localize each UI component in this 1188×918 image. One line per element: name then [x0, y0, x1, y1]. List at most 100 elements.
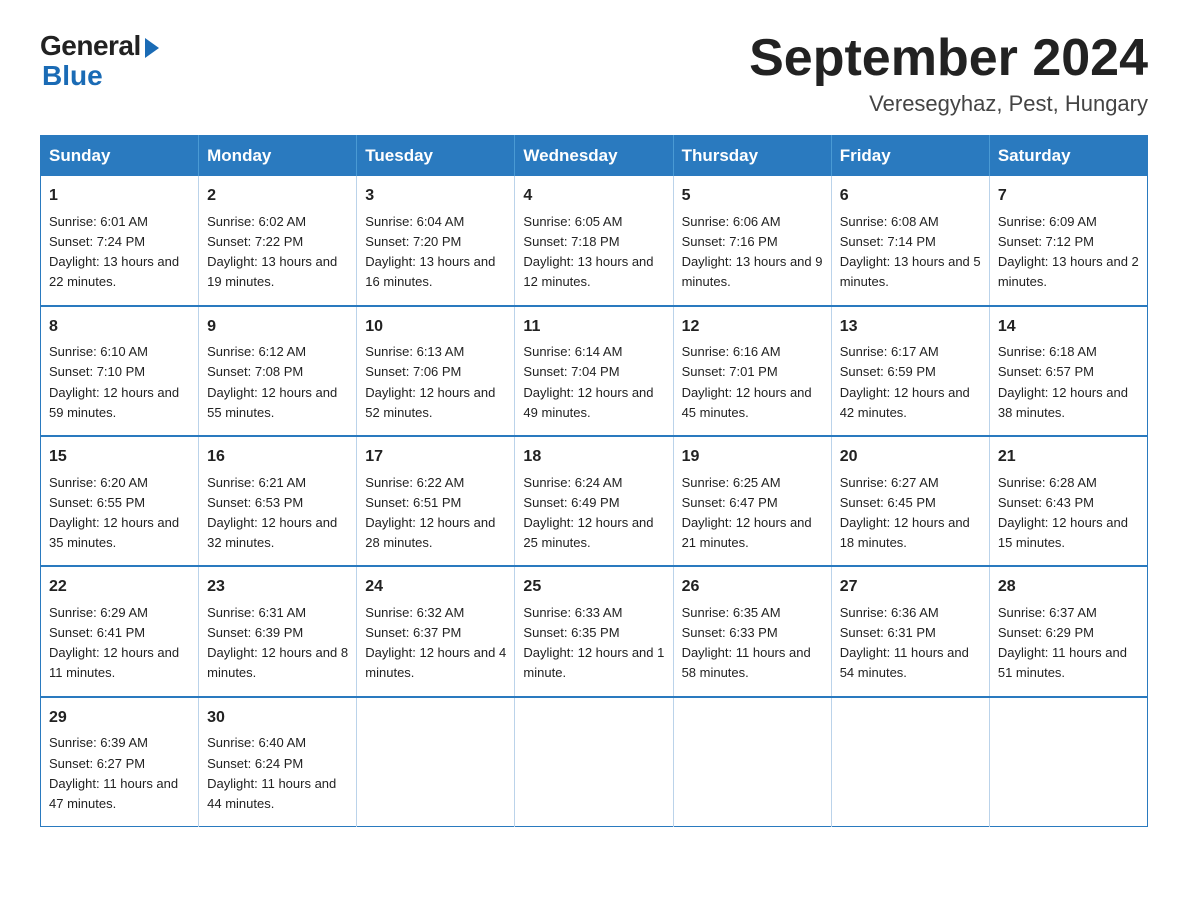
day-number: 12	[682, 315, 823, 340]
day-info: Sunrise: 6:35 AMSunset: 6:33 PMDaylight:…	[682, 603, 823, 684]
day-number: 9	[207, 315, 348, 340]
calendar-cell	[673, 697, 831, 827]
calendar-cell: 27Sunrise: 6:36 AMSunset: 6:31 PMDayligh…	[831, 566, 989, 696]
weekday-header-thursday: Thursday	[673, 136, 831, 177]
weekday-header-saturday: Saturday	[989, 136, 1147, 177]
calendar-cell	[515, 697, 673, 827]
calendar-cell: 26 Sunrise: 6:35 AMSunset: 6:33 PMDayligh…	[673, 566, 831, 696]
day-number: 17	[365, 445, 506, 470]
day-info: Sunrise: 6:10 AMSunset: 7:10 PMDaylight:…	[49, 342, 190, 423]
day-info: Sunrise: 6:24 AMSunset: 6:49 PMDaylight:…	[523, 473, 664, 554]
calendar-cell: 8Sunrise: 6:10 AMSunset: 7:10 PMDaylight…	[41, 306, 199, 436]
weekday-header-sunday: Sunday	[41, 136, 199, 177]
calendar-cell	[989, 697, 1147, 827]
calendar-cell: 14Sunrise: 6:18 AMSunset: 6:57 PMDayligh…	[989, 306, 1147, 436]
calendar-cell: 10Sunrise: 6:13 AMSunset: 7:06 PMDayligh…	[357, 306, 515, 436]
day-info: Sunrise: 6:37 AMSunset: 6:29 PMDaylight:…	[998, 603, 1139, 684]
day-info: Sunrise: 6:25 AMSunset: 6:47 PMDaylight:…	[682, 473, 823, 554]
calendar-cell: 23 Sunrise: 6:31 AMSunset: 6:39 PMDayligh…	[199, 566, 357, 696]
calendar-cell: 15 Sunrise: 6:20 AMSunset: 6:55 PMDayligh…	[41, 436, 199, 566]
day-number: 4	[523, 184, 664, 209]
weekday-header-tuesday: Tuesday	[357, 136, 515, 177]
calendar-cell: 28 Sunrise: 6:37 AMSunset: 6:29 PMDayligh…	[989, 566, 1147, 696]
calendar-cell: 16 Sunrise: 6:21 AMSunset: 6:53 PMDayligh…	[199, 436, 357, 566]
day-number: 2	[207, 184, 348, 209]
day-info: Sunrise: 6:04 AMSunset: 7:20 PMDaylight:…	[365, 212, 506, 293]
day-number: 24	[365, 575, 506, 600]
location-text: Veresegyhaz, Pest, Hungary	[749, 91, 1148, 117]
day-number: 22	[49, 575, 190, 600]
day-number: 28	[998, 575, 1139, 600]
calendar-week-3: 15 Sunrise: 6:20 AMSunset: 6:55 PMDayligh…	[41, 436, 1148, 566]
day-info: Sunrise: 6:17 AMSunset: 6:59 PMDaylight:…	[840, 342, 981, 423]
day-info: Sunrise: 6:28 AMSunset: 6:43 PMDaylight:…	[998, 473, 1139, 554]
logo-general-text: General	[40, 30, 141, 62]
day-info: Sunrise: 6:39 AMSunset: 6:27 PMDaylight:…	[49, 733, 190, 814]
day-number: 18	[523, 445, 664, 470]
calendar-cell: 12Sunrise: 6:16 AMSunset: 7:01 PMDayligh…	[673, 306, 831, 436]
day-info: Sunrise: 6:21 AMSunset: 6:53 PMDaylight:…	[207, 473, 348, 554]
day-number: 14	[998, 315, 1139, 340]
calendar-cell: 7 Sunrise: 6:09 AMSunset: 7:12 PMDaylight…	[989, 176, 1147, 305]
calendar-cell: 11Sunrise: 6:14 AMSunset: 7:04 PMDayligh…	[515, 306, 673, 436]
day-info: Sunrise: 6:20 AMSunset: 6:55 PMDaylight:…	[49, 473, 190, 554]
weekday-header-wednesday: Wednesday	[515, 136, 673, 177]
day-number: 8	[49, 315, 190, 340]
weekday-header-monday: Monday	[199, 136, 357, 177]
calendar-week-4: 22Sunrise: 6:29 AMSunset: 6:41 PMDayligh…	[41, 566, 1148, 696]
day-info: Sunrise: 6:40 AMSunset: 6:24 PMDaylight:…	[207, 733, 348, 814]
day-info: Sunrise: 6:16 AMSunset: 7:01 PMDaylight:…	[682, 342, 823, 423]
calendar-cell: 17 Sunrise: 6:22 AMSunset: 6:51 PMDayligh…	[357, 436, 515, 566]
calendar-cell: 18 Sunrise: 6:24 AMSunset: 6:49 PMDayligh…	[515, 436, 673, 566]
day-info: Sunrise: 6:09 AMSunset: 7:12 PMDaylight:…	[998, 212, 1139, 293]
title-block: September 2024 Veresegyhaz, Pest, Hungar…	[749, 30, 1148, 117]
day-number: 21	[998, 445, 1139, 470]
day-info: Sunrise: 6:01 AMSunset: 7:24 PMDaylight:…	[49, 212, 190, 293]
month-title: September 2024	[749, 30, 1148, 87]
calendar-cell: 25 Sunrise: 6:33 AMSunset: 6:35 PMDayligh…	[515, 566, 673, 696]
day-info: Sunrise: 6:22 AMSunset: 6:51 PMDaylight:…	[365, 473, 506, 554]
day-number: 7	[998, 184, 1139, 209]
day-info: Sunrise: 6:02 AMSunset: 7:22 PMDaylight:…	[207, 212, 348, 293]
weekday-header-friday: Friday	[831, 136, 989, 177]
day-info: Sunrise: 6:14 AMSunset: 7:04 PMDaylight:…	[523, 342, 664, 423]
calendar-cell: 21 Sunrise: 6:28 AMSunset: 6:43 PMDayligh…	[989, 436, 1147, 566]
calendar-cell: 4Sunrise: 6:05 AMSunset: 7:18 PMDaylight…	[515, 176, 673, 305]
page-header: General Blue September 2024 Veresegyhaz,…	[40, 30, 1148, 117]
calendar-cell: 3 Sunrise: 6:04 AMSunset: 7:20 PMDaylight…	[357, 176, 515, 305]
calendar-cell	[357, 697, 515, 827]
day-number: 26	[682, 575, 823, 600]
day-number: 25	[523, 575, 664, 600]
calendar-cell: 19 Sunrise: 6:25 AMSunset: 6:47 PMDayligh…	[673, 436, 831, 566]
calendar-cell: 9Sunrise: 6:12 AMSunset: 7:08 PMDaylight…	[199, 306, 357, 436]
day-info: Sunrise: 6:18 AMSunset: 6:57 PMDaylight:…	[998, 342, 1139, 423]
day-number: 5	[682, 184, 823, 209]
calendar-cell: 1Sunrise: 6:01 AMSunset: 7:24 PMDaylight…	[41, 176, 199, 305]
logo: General Blue	[40, 30, 159, 92]
day-number: 23	[207, 575, 348, 600]
calendar-table: SundayMondayTuesdayWednesdayThursdayFrid…	[40, 135, 1148, 827]
day-info: Sunrise: 6:31 AMSunset: 6:39 PMDaylight:…	[207, 603, 348, 684]
calendar-cell: 20 Sunrise: 6:27 AMSunset: 6:45 PMDayligh…	[831, 436, 989, 566]
day-number: 30	[207, 706, 348, 731]
calendar-cell: 13Sunrise: 6:17 AMSunset: 6:59 PMDayligh…	[831, 306, 989, 436]
calendar-cell: 22Sunrise: 6:29 AMSunset: 6:41 PMDayligh…	[41, 566, 199, 696]
calendar-cell	[831, 697, 989, 827]
day-info: Sunrise: 6:13 AMSunset: 7:06 PMDaylight:…	[365, 342, 506, 423]
day-info: Sunrise: 6:32 AMSunset: 6:37 PMDaylight:…	[365, 603, 506, 684]
day-number: 19	[682, 445, 823, 470]
calendar-cell: 5 Sunrise: 6:06 AMSunset: 7:16 PMDaylight…	[673, 176, 831, 305]
day-number: 29	[49, 706, 190, 731]
day-number: 16	[207, 445, 348, 470]
day-number: 20	[840, 445, 981, 470]
calendar-cell: 2 Sunrise: 6:02 AMSunset: 7:22 PMDaylight…	[199, 176, 357, 305]
day-info: Sunrise: 6:33 AMSunset: 6:35 PMDaylight:…	[523, 603, 664, 684]
day-info: Sunrise: 6:27 AMSunset: 6:45 PMDaylight:…	[840, 473, 981, 554]
calendar-header-row: SundayMondayTuesdayWednesdayThursdayFrid…	[41, 136, 1148, 177]
calendar-week-1: 1Sunrise: 6:01 AMSunset: 7:24 PMDaylight…	[41, 176, 1148, 305]
day-number: 3	[365, 184, 506, 209]
calendar-week-5: 29Sunrise: 6:39 AMSunset: 6:27 PMDayligh…	[41, 697, 1148, 827]
day-info: Sunrise: 6:06 AMSunset: 7:16 PMDaylight:…	[682, 212, 823, 293]
day-number: 15	[49, 445, 190, 470]
day-number: 27	[840, 575, 981, 600]
